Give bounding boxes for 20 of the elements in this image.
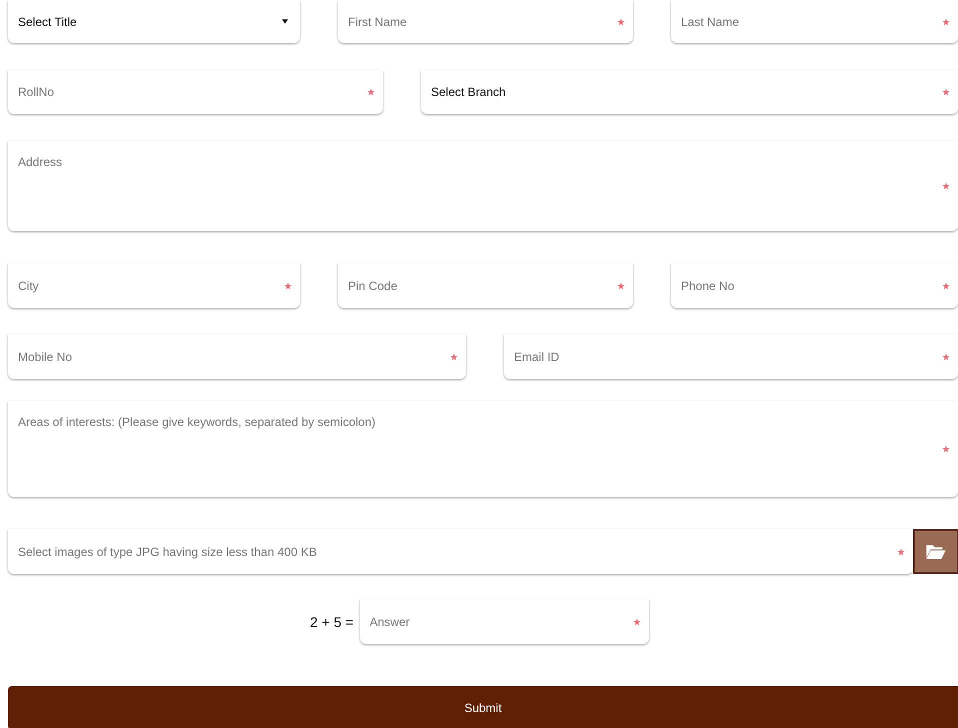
select-value: Select Branch [431, 85, 507, 99]
input-field[interactable]: RollNo [8, 70, 383, 114]
select-field[interactable]: Select Title [8, 0, 300, 43]
input-field[interactable]: Email ID [504, 334, 958, 379]
input-field[interactable]: First Name [338, 0, 633, 43]
textarea-field[interactable]: Address [8, 141, 958, 231]
input-field[interactable]: Pin Code [338, 263, 633, 308]
select-field[interactable]: Select Branch [421, 70, 958, 114]
input-field[interactable]: Last Name [671, 0, 958, 43]
input-field[interactable]: City [8, 263, 300, 308]
browse-button[interactable] [913, 529, 958, 574]
input-field[interactable]: Mobile No [8, 334, 466, 379]
file-field[interactable]: Select images of type JPG having size less than 400 KB [8, 529, 913, 574]
submit-button[interactable]: Submit [8, 686, 958, 728]
answer-field[interactable]: Answer [360, 599, 649, 644]
folder-icon [926, 544, 946, 559]
captcha-question: 2 + 5 = [310, 614, 354, 630]
textarea-field[interactable]: Areas of interests: (Please give keywords, separated by semicolon) [8, 401, 958, 497]
input-field[interactable]: Phone No [671, 263, 958, 308]
select-value: Select Title [18, 14, 78, 28]
